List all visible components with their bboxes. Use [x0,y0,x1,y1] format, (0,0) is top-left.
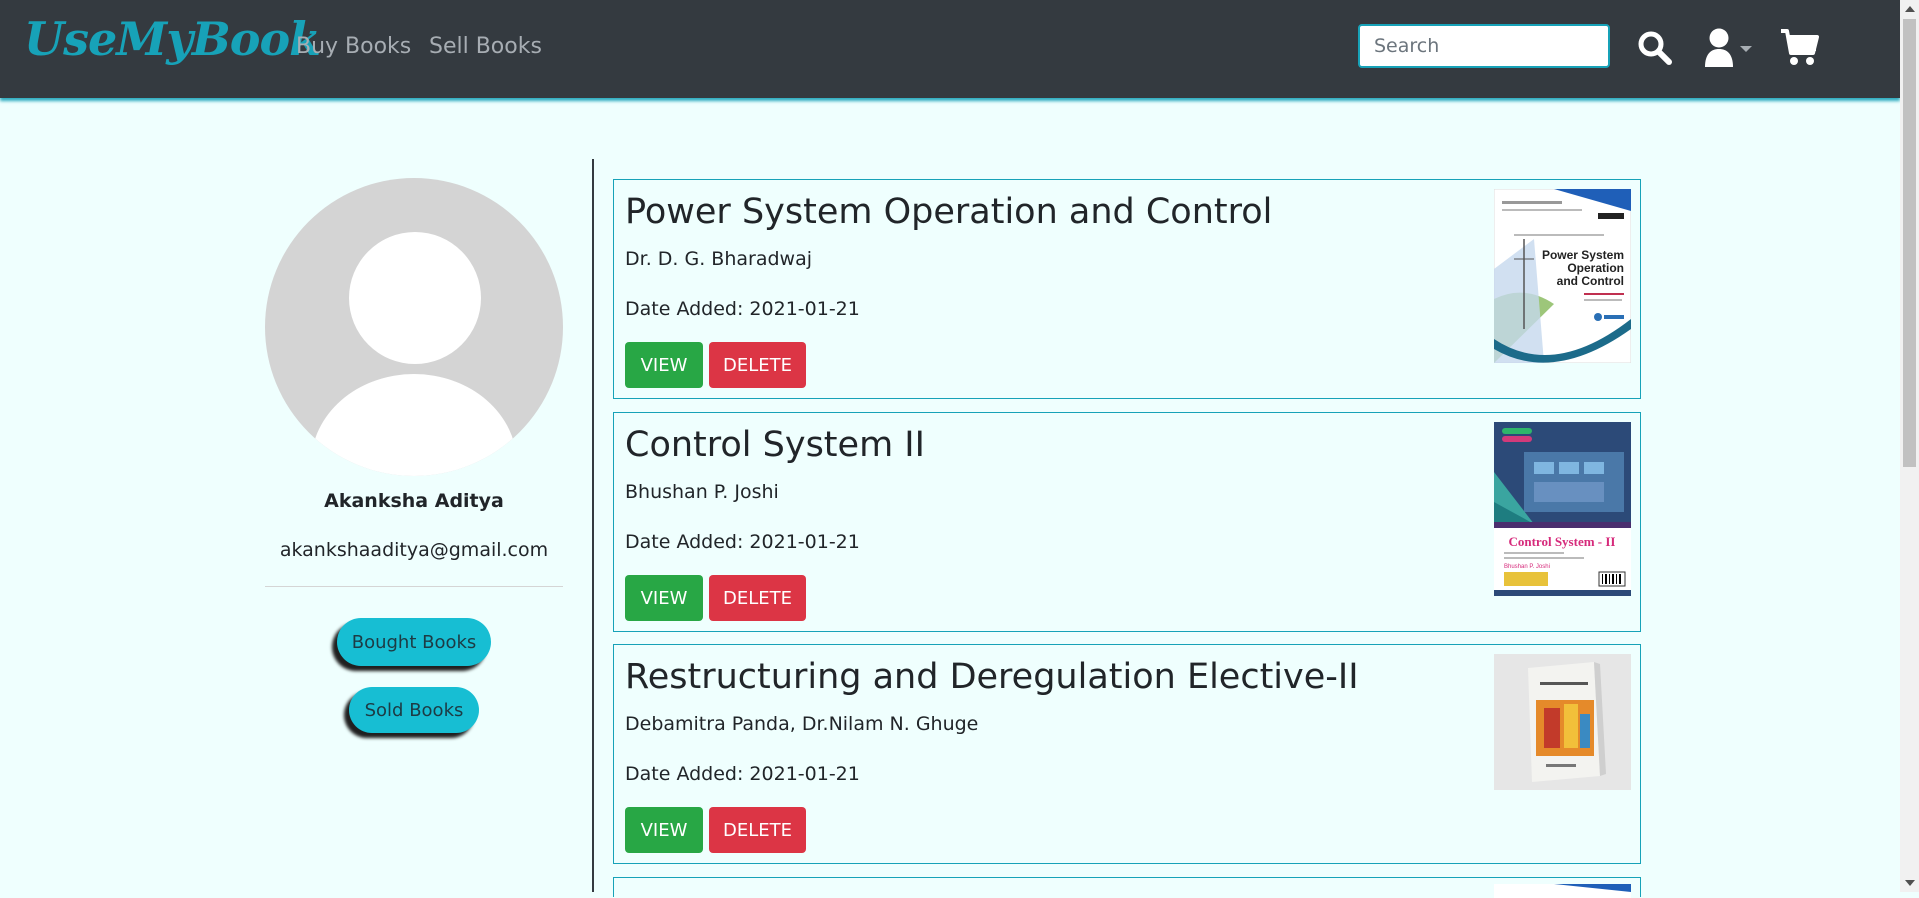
search-icon[interactable] [1637,30,1673,66]
profile-name: Akanksha Aditya [324,490,504,512]
book-card: Power System Operation and Control Dr. D… [613,179,1641,399]
view-button[interactable]: VIEW [625,575,703,621]
scroll-up-icon[interactable] [1905,6,1915,12]
scroll-down-icon[interactable] [1905,880,1915,886]
book-cover-image[interactable]: Control System - II Bhushan P. Joshi [1494,422,1631,596]
user-icon[interactable] [1704,28,1754,68]
column-divider [592,159,594,892]
cart-icon[interactable] [1780,28,1820,66]
nav-buy-books[interactable]: Buy Books [296,34,411,59]
book-date-added: Date Added: 2021-01-21 [625,531,860,553]
cover-title-line: Operation [1567,261,1624,275]
cover-title-line: and Control [1557,274,1624,288]
navbar: UseMyBook Buy Books Sell Books [0,0,1900,98]
view-button[interactable]: VIEW [625,807,703,853]
delete-button[interactable]: DELETE [709,342,806,388]
delete-button[interactable]: DELETE [709,807,806,853]
profile-divider [265,586,563,587]
avatar [265,178,563,476]
book-date-added: Date Added: 2021-01-21 [625,763,860,785]
sold-books-button[interactable]: Sold Books [349,687,479,733]
book-card: Restructuring and Deregulation Elective-… [613,644,1641,864]
book-card: Control System II Bhushan P. Joshi Date … [613,412,1641,632]
profile-email: akankshaaditya@gmail.com [279,539,549,561]
brand-logo[interactable]: UseMyBook [24,12,321,66]
cover-author-line: Bhushan P. Joshi [1504,564,1550,570]
book-cover-image[interactable] [1494,884,1631,898]
book-card [613,877,1641,898]
avatar-head [349,232,481,364]
cover-title-line: Power System [1542,248,1624,262]
nav-sell-books[interactable]: Sell Books [429,34,542,59]
book-title: Control System II [625,425,925,465]
book-cover-image[interactable] [1494,654,1631,790]
search-input[interactable] [1358,24,1610,68]
cover-title-line: Control System - II [1508,534,1615,549]
book-title: Power System Operation and Control [625,192,1273,232]
book-cover-image[interactable]: Power System Operation and Control [1494,189,1631,363]
view-button[interactable]: VIEW [625,342,703,388]
avatar-body [311,374,517,476]
book-author: Bhushan P. Joshi [625,481,779,503]
book-author: Debamitra Panda, Dr.Nilam N. Ghuge [625,713,979,735]
book-date-added: Date Added: 2021-01-21 [625,298,860,320]
book-author: Dr. D. G. Bharadwaj [625,248,812,270]
delete-button[interactable]: DELETE [709,575,806,621]
scroll-thumb[interactable] [1903,19,1916,467]
book-title: Restructuring and Deregulation Elective-… [625,657,1359,697]
bought-books-button[interactable]: Bought Books [337,618,491,666]
scrollbar[interactable] [1900,0,1919,892]
